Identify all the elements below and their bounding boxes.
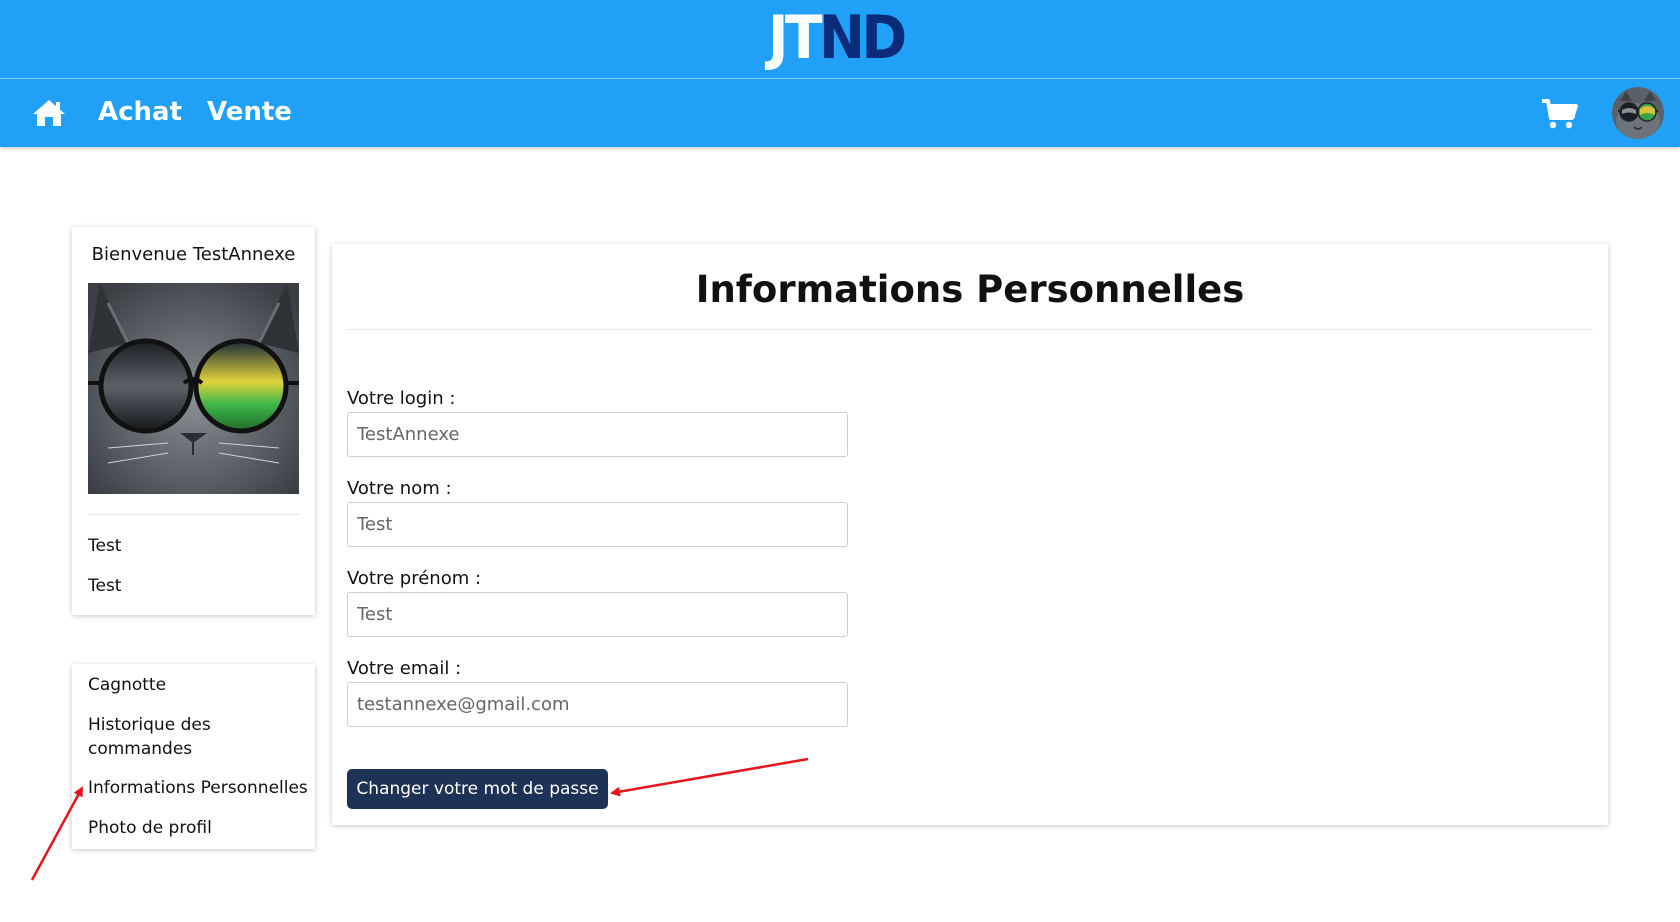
top-header: JT ND bbox=[0, 0, 1680, 78]
menu-item-historique-commandes[interactable]: Historique des commandes bbox=[88, 713, 310, 761]
profile-lastname: Test bbox=[88, 576, 122, 596]
prenom-input[interactable] bbox=[347, 592, 848, 637]
nom-label: Votre nom : bbox=[347, 478, 452, 499]
profile-picture bbox=[88, 283, 299, 494]
personal-info-panel: Informations Personnelles Votre login : … bbox=[332, 244, 1608, 825]
shopping-cart-icon[interactable] bbox=[1541, 98, 1579, 130]
user-avatar[interactable] bbox=[1612, 87, 1664, 139]
email-input[interactable] bbox=[347, 682, 848, 727]
menu-item-cagnotte[interactable]: Cagnotte bbox=[88, 673, 310, 697]
home-icon[interactable] bbox=[31, 97, 67, 129]
navbar: Achat Vente bbox=[0, 79, 1680, 147]
logo-part-nd: ND bbox=[818, 3, 907, 73]
account-menu: Cagnotte Historique des commandes Inform… bbox=[72, 664, 315, 849]
page-title: Informations Personnelles bbox=[695, 268, 1245, 311]
email-label: Votre email : bbox=[347, 658, 462, 679]
jtnd-logo[interactable]: JT ND bbox=[768, 3, 907, 73]
menu-item-informations-personnelles[interactable]: Informations Personnelles bbox=[88, 776, 310, 800]
nav-link-achat[interactable]: Achat bbox=[98, 95, 182, 129]
profile-firstname: Test bbox=[88, 536, 122, 556]
change-password-button[interactable]: Changer votre mot de passe bbox=[347, 769, 608, 809]
profile-card: Bienvenue TestAnnexe Test Test bbox=[72, 227, 315, 615]
welcome-text: Bienvenue TestAnnexe bbox=[91, 244, 296, 265]
login-label: Votre login : bbox=[347, 388, 456, 409]
menu-item-photo-profil[interactable]: Photo de profil bbox=[88, 816, 310, 840]
nom-input[interactable] bbox=[347, 502, 848, 547]
profile-separator bbox=[88, 514, 299, 515]
login-input[interactable] bbox=[347, 412, 848, 457]
nav-link-vente[interactable]: Vente bbox=[207, 95, 292, 129]
prenom-label: Votre prénom : bbox=[347, 568, 482, 589]
logo-part-jt: JT bbox=[768, 3, 823, 73]
title-separator bbox=[347, 329, 1593, 330]
